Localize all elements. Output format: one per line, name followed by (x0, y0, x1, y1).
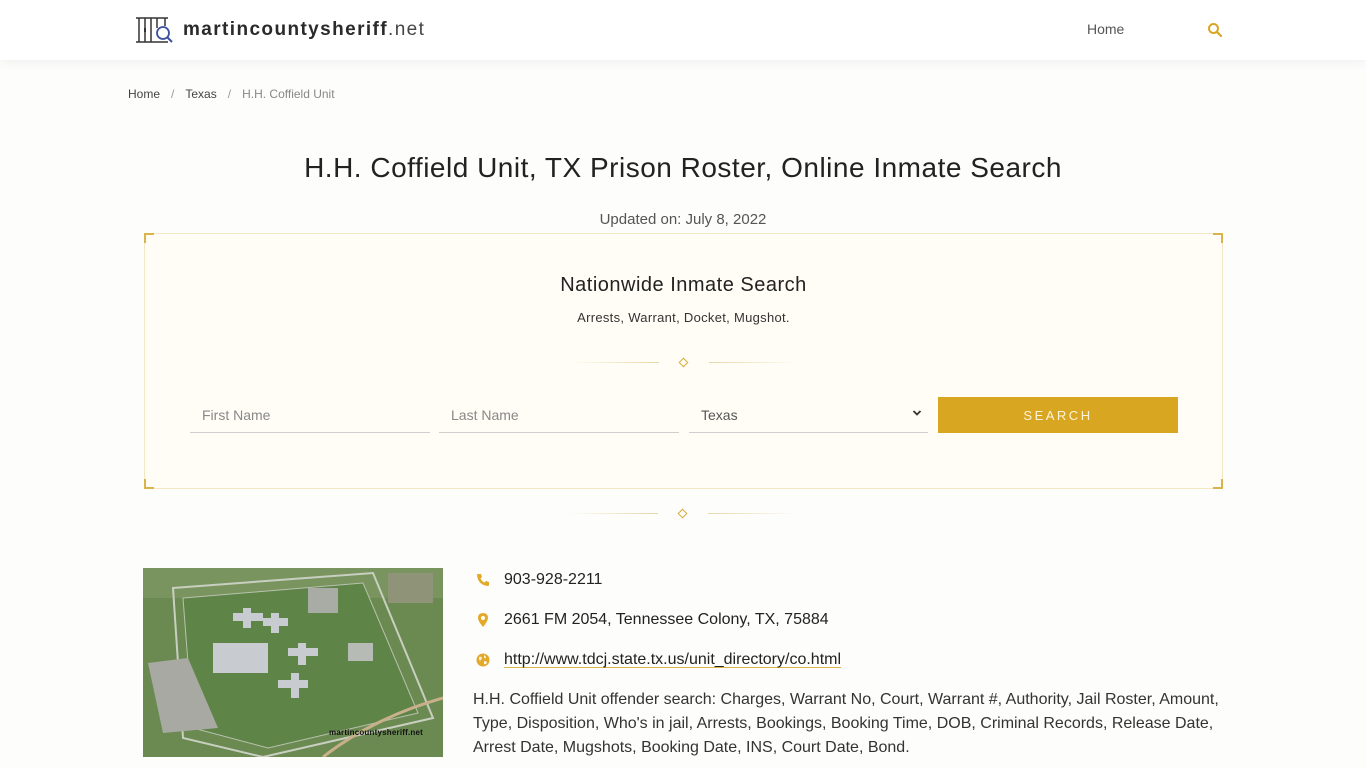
breadcrumb-current: H.H. Coffield Unit (242, 87, 335, 101)
breadcrumb-separator: / (171, 87, 175, 101)
last-name-field-wrapper (439, 397, 679, 433)
address-row: 2661 FM 2054, Tennessee Colony, TX, 7588… (475, 611, 829, 629)
site-logo[interactable]: martincountysheriff.net (135, 16, 425, 44)
phone-row: 903-928-2211 (475, 571, 602, 589)
breadcrumb: Home / Texas / H.H. Coffield Unit (128, 87, 335, 101)
corner-decoration (144, 233, 154, 243)
photo-watermark: martincountysheriff.net (329, 728, 423, 737)
phone-number: 903-928-2211 (504, 571, 603, 588)
logo-name: martincountysheriff (183, 19, 389, 40)
site-header: martincountysheriff.net Home (0, 0, 1366, 60)
website-row: http://www.tdcj.state.tx.us/unit_directo… (475, 651, 841, 669)
phone-icon (477, 574, 489, 586)
updated-date: Updated on: July 8, 2022 (599, 211, 767, 228)
map-pin-icon (478, 613, 488, 627)
state-select-wrapper: Texas (689, 397, 928, 433)
search-icon[interactable] (1207, 22, 1223, 38)
breadcrumb-separator: / (227, 87, 232, 101)
corner-decoration (1213, 233, 1223, 243)
search-box-subtitle: Arrests, Warrant, Docket, Mugshot. (577, 310, 790, 325)
page-title: H.H. Coffield Unit, TX Prison Roster, On… (304, 152, 1062, 183)
search-box-title: Nationwide Inmate Search (560, 274, 807, 296)
globe-icon (476, 653, 490, 667)
chevron-down-icon (912, 410, 922, 416)
nav-home-link[interactable]: Home (1087, 21, 1124, 37)
last-name-input[interactable] (439, 397, 679, 432)
first-name-input[interactable] (190, 397, 430, 432)
website-link[interactable]: http://www.tdcj.state.tx.us/unit_directo… (504, 651, 841, 669)
diamond-icon (677, 508, 688, 519)
diamond-icon (678, 357, 689, 368)
inmate-search-box: Nationwide Inmate Search Arrests, Warran… (144, 233, 1223, 489)
breadcrumb-texas[interactable]: Texas (185, 87, 216, 101)
logo-tld: .net (388, 19, 426, 40)
state-select[interactable]: Texas (689, 397, 928, 432)
breadcrumb-home[interactable]: Home (128, 87, 160, 101)
corner-decoration (1213, 479, 1223, 489)
search-button[interactable]: SEARCH (938, 397, 1178, 433)
facility-aerial-photo: martincountysheriff.net (143, 568, 443, 757)
ornament-divider (569, 357, 799, 369)
corner-decoration (144, 479, 154, 489)
facility-description: H.H. Coffield Unit offender search: Char… (473, 691, 1219, 756)
address-text: 2661 FM 2054, Tennessee Colony, TX, 7588… (504, 611, 829, 628)
ornament-divider (568, 508, 798, 520)
first-name-field-wrapper (190, 397, 430, 433)
jail-bars-search-icon (136, 17, 173, 43)
